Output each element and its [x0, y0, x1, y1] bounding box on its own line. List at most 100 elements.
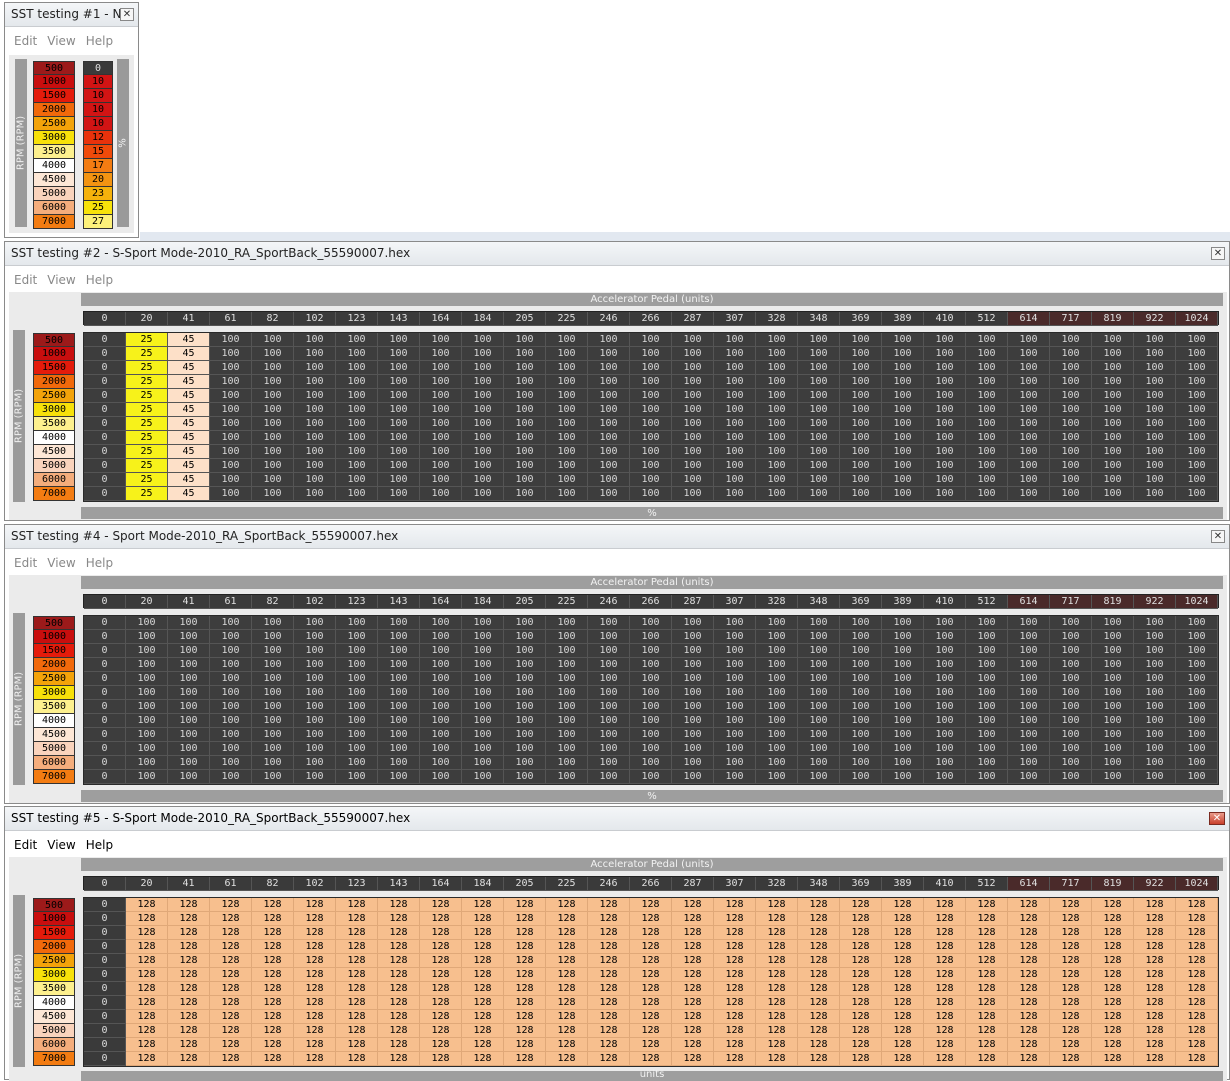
pedal-header-cell: 389	[882, 595, 924, 609]
grid-cell: 128	[588, 926, 630, 940]
grid-cell: 100	[714, 658, 756, 672]
grid-cell: 128	[210, 926, 252, 940]
grid-cell: 128	[1008, 898, 1050, 912]
table-row: 0 100 100 100 100 100 100 100 100 100 100 100 100 100…	[84, 644, 1218, 658]
grid-cell: 100	[924, 728, 966, 742]
grid-cell: 100	[756, 417, 798, 431]
rpm-cell: 2500	[33, 672, 75, 686]
grid-cell: 128	[756, 968, 798, 982]
grid-cell: 0	[84, 770, 126, 784]
grid-cell: 128	[126, 1010, 168, 1024]
grid-cell: 100	[966, 756, 1008, 770]
grid-cell: 100	[756, 672, 798, 686]
grid-cell: 100	[1176, 756, 1218, 770]
close-icon[interactable]: ✕	[1209, 812, 1225, 825]
pedal-axis-bar: Accelerator Pedal (units)	[81, 293, 1223, 306]
grid-cell: 100	[924, 616, 966, 630]
grid-cell: 100	[714, 487, 756, 501]
grid-cell: 100	[630, 473, 672, 487]
window-title-bar[interactable]: SST testing #2 - S-Sport Mode-2010_RA_Sp…	[5, 242, 1229, 266]
grid-cell: 128	[714, 940, 756, 954]
grid-cell: 100	[126, 742, 168, 756]
menu-view[interactable]: View	[42, 832, 80, 858]
rpm-cell: 1000	[33, 912, 75, 926]
grid-cell: 128	[924, 898, 966, 912]
grid-cell: 128	[294, 926, 336, 940]
grid-cell: 100	[252, 700, 294, 714]
grid-cell: 100	[672, 770, 714, 784]
grid-cell: 128	[252, 982, 294, 996]
window-title-bar[interactable]: SST testing #4 - Sport Mode-2010_RA_Spor…	[5, 525, 1229, 549]
grid-cell: 128	[546, 996, 588, 1010]
rpm-cell: 3500	[33, 700, 75, 714]
grid-cell: 128	[588, 1052, 630, 1066]
grid-cell: 100	[756, 644, 798, 658]
menu-edit[interactable]: Edit	[9, 550, 42, 576]
grid-cell: 100	[840, 672, 882, 686]
grid-cell: 128	[546, 898, 588, 912]
grid-cell: 128	[336, 968, 378, 982]
menu-edit[interactable]: Edit	[9, 28, 42, 54]
menu-help[interactable]: Help	[81, 28, 118, 54]
grid-cell: 100	[714, 459, 756, 473]
grid-cell: 100	[1092, 361, 1134, 375]
grid-cell: 128	[252, 1038, 294, 1052]
grid-cell: 100	[1176, 333, 1218, 347]
grid-cell: 100	[336, 630, 378, 644]
grid-cell: 128	[336, 982, 378, 996]
menu-help[interactable]: Help	[81, 550, 118, 576]
grid-cell: 128	[294, 898, 336, 912]
grid-cell: 128	[924, 940, 966, 954]
grid-cell: 100	[714, 686, 756, 700]
grid-cell: 45	[168, 459, 210, 473]
rpm-axis-column: 500 1000 1500 2000 2500 3000 3500 4000 4500 5000 6…	[33, 898, 75, 1066]
grid-cell: 100	[504, 473, 546, 487]
grid-cell: 128	[756, 1052, 798, 1066]
grid-cell: 100	[630, 756, 672, 770]
rpm-cell: 500	[33, 333, 75, 347]
grid-cell: 100	[588, 389, 630, 403]
value-axis-label: %	[647, 508, 657, 519]
menu-edit[interactable]: Edit	[9, 832, 42, 858]
grid-cell: 100	[294, 770, 336, 784]
menu-view[interactable]: View	[42, 267, 80, 293]
pedal-header-cell: 819	[1092, 595, 1134, 609]
grid-cell: 100	[672, 714, 714, 728]
close-icon[interactable]: ✕	[120, 8, 134, 21]
grid-cell: 128	[882, 926, 924, 940]
pedal-header-cell: 164	[420, 312, 462, 326]
menu-edit[interactable]: Edit	[9, 267, 42, 293]
pedal-header-cell: 0	[84, 877, 126, 891]
grid-cell: 128	[966, 898, 1008, 912]
grid-cell: 100	[966, 347, 1008, 361]
close-icon[interactable]: ✕	[1211, 530, 1225, 543]
rpm-cell: 7000	[33, 215, 75, 229]
pedal-header-cell: 922	[1134, 877, 1176, 891]
grid-cell: 100	[1134, 728, 1176, 742]
grid-cell: 128	[798, 1024, 840, 1038]
grid-cell: 0	[84, 954, 126, 968]
grid-cell: 100	[378, 431, 420, 445]
grid-cell: 100	[588, 644, 630, 658]
grid-cell: 100	[588, 616, 630, 630]
menu-help[interactable]: Help	[81, 832, 118, 858]
grid-cell: 128	[462, 1038, 504, 1052]
menu-view[interactable]: View	[42, 28, 80, 54]
window-title-bar[interactable]: SST testing #5 - S-Sport Mode-2010_RA_Sp…	[5, 807, 1229, 831]
grid-cell: 100	[378, 742, 420, 756]
grid-cell: 100	[546, 473, 588, 487]
window-title-bar[interactable]: SST testing #1 - N...	[5, 3, 138, 27]
grid-cell: 100	[1134, 487, 1176, 501]
grid-cell: 100	[294, 333, 336, 347]
menu-view[interactable]: View	[42, 550, 80, 576]
grid-cell: 128	[672, 940, 714, 954]
grid-cell: 128	[630, 912, 672, 926]
pedal-header-cell: 143	[378, 595, 420, 609]
grid-cell: 100	[546, 756, 588, 770]
value-cell: 27	[83, 215, 113, 229]
grid-cell: 128	[546, 1010, 588, 1024]
menu-help[interactable]: Help	[81, 267, 118, 293]
grid-cell: 128	[462, 912, 504, 926]
close-icon[interactable]: ✕	[1211, 247, 1225, 260]
grid-cell: 100	[210, 459, 252, 473]
